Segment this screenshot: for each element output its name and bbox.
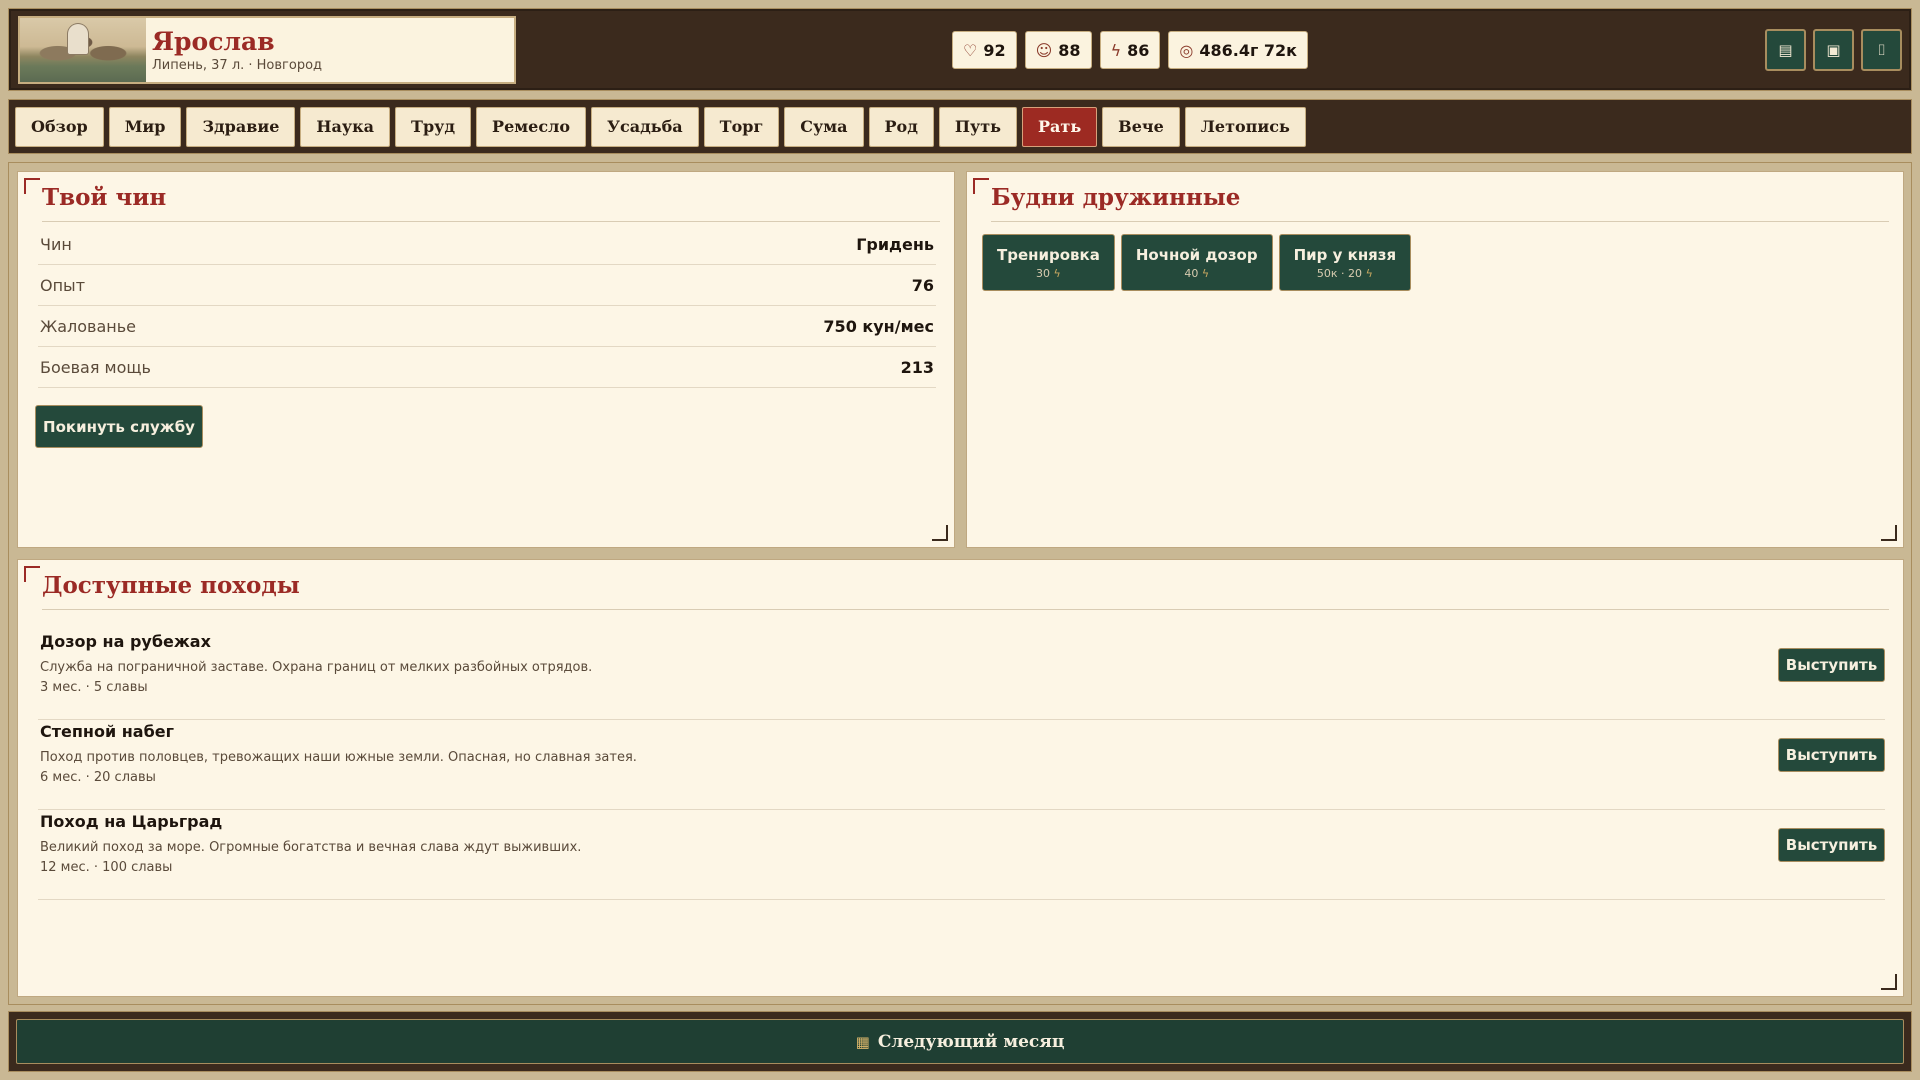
action-cost-value: 30 <box>1036 266 1051 280</box>
action-label: Ночной дозор <box>1135 245 1258 264</box>
character-name: Ярослав <box>152 26 275 56</box>
tab-nauka[interactable]: Наука <box>300 106 391 147</box>
tab-rod[interactable]: Род <box>868 106 934 147</box>
prince-feast-button[interactable]: Пир у князя 50к · 20 ϟ <box>1278 234 1412 291</box>
action-label: Пир у князя <box>1293 245 1397 264</box>
stat-value: 86 <box>1127 40 1150 60</box>
character-subtitle: Липень, 37 л. · Новгород <box>152 57 323 73</box>
campaign-name: Дозор на рубежах <box>40 632 211 651</box>
save-button[interactable]: ▣ <box>1813 29 1854 71</box>
night-watch-button[interactable]: Ночной дозор 40 ϟ <box>1120 234 1273 291</box>
heart-icon: ♡ <box>963 40 978 60</box>
smile-icon: ☺ <box>1035 40 1053 60</box>
campaigns-panel: Доступные походы Дозор на рубежах Служба… <box>17 559 1904 997</box>
next-month-label: Следующий месяц <box>877 1031 1065 1052</box>
campaign-description: Поход против половцев, тревожащих наши ю… <box>40 750 637 765</box>
rank-row-value: 750 кун/мес <box>823 316 934 336</box>
portrait-image <box>20 18 146 82</box>
tab-usadba[interactable]: Усадьба <box>591 106 699 147</box>
stat-mood: ☺ 88 <box>1024 31 1092 69</box>
rank-panel-title: Твой чин <box>42 184 940 222</box>
rank-row: Боевая мощь 213 <box>38 347 936 388</box>
character-card[interactable]: Ярослав Липень, 37 л. · Новгород <box>18 16 516 84</box>
tab-mir[interactable]: Мир <box>108 106 182 147</box>
campaign-name: Степной набег <box>40 722 174 741</box>
campaign-description: Служба на пограничной заставе. Охрана гр… <box>40 660 593 675</box>
tab-suma[interactable]: Сума <box>784 106 864 147</box>
duty-actions: Тренировка 30 ϟ Ночной дозор 40 ϟ Пир у … <box>982 234 1412 291</box>
depart-button[interactable]: Выступить <box>1778 738 1885 772</box>
document-icon: ▤ <box>1778 41 1793 59</box>
depart-button[interactable]: Выступить <box>1778 828 1885 862</box>
stat-money: ◎ 486.4г 72к <box>1168 31 1309 69</box>
main-tabs: Обзор Мир Здравие Наука Труд Ремесло Уса… <box>8 99 1912 154</box>
stats-bar: ♡ 92 ☺ 88 ϟ 86 ◎ 486.4г 72к <box>952 31 1309 69</box>
rank-row: Жалованье 750 кун/мес <box>38 306 936 347</box>
tab-zdravie[interactable]: Здравие <box>186 106 296 147</box>
campaign-meta: 3 мес. · 5 славы <box>40 680 148 695</box>
campaigns-panel-title: Доступные походы <box>42 572 1889 610</box>
action-label: Тренировка <box>997 245 1100 264</box>
log-button[interactable]: ▤ <box>1765 29 1806 71</box>
bookmark-button[interactable]: ⌷ <box>1861 29 1902 71</box>
campaign-item: Дозор на рубежах Служба на пограничной з… <box>38 630 1885 720</box>
stat-value: 486.4г 72к <box>1199 40 1298 60</box>
action-cost-value: 50к · 20 <box>1316 266 1363 280</box>
rank-row-label: Жалованье <box>40 316 137 336</box>
duty-panel-title: Будни дружинные <box>991 184 1889 222</box>
stat-health: ♡ 92 <box>952 31 1017 69</box>
tab-rat[interactable]: Рать <box>1022 106 1098 147</box>
save-icon: ▣ <box>1826 41 1841 59</box>
action-cost: 50к · 20 ϟ <box>1317 267 1373 280</box>
campaign-item: Степной набег Поход против половцев, тре… <box>38 720 1885 810</box>
bolt-icon: ϟ <box>1201 266 1210 280</box>
campaign-meta: 12 мес. · 100 славы <box>40 860 173 875</box>
bolt-icon: ϟ <box>1053 266 1061 280</box>
depart-button[interactable]: Выступить <box>1778 648 1885 682</box>
tab-put[interactable]: Путь <box>938 106 1017 147</box>
header-actions: ▤ ▣ ⌷ <box>1765 29 1902 71</box>
stat-value: 88 <box>1058 40 1081 60</box>
campaign-list: Дозор на рубежах Служба на пограничной з… <box>38 630 1885 900</box>
bolt-icon: ϟ <box>1365 266 1373 280</box>
campaign-item: Поход на Царьград Великий поход за море.… <box>38 810 1885 900</box>
next-month-button[interactable]: ▦ Следующий месяц <box>16 1019 1904 1064</box>
rank-row-label: Опыт <box>40 275 86 295</box>
duty-panel: Будни дружинные Тренировка 30 ϟ Ночной д… <box>966 171 1904 548</box>
rank-row: Чин Гридень <box>38 224 936 265</box>
tab-obzor[interactable]: Обзор <box>15 106 104 147</box>
rank-row-value: 213 <box>900 357 934 377</box>
footer: ▦ Следующий месяц <box>8 1011 1912 1072</box>
leave-service-button[interactable]: Покинуть службу <box>35 405 203 448</box>
campaign-meta: 6 мес. · 20 славы <box>40 770 156 785</box>
rank-panel: Твой чин Чин Гридень Опыт 76 Жалованье 7… <box>17 171 955 548</box>
tab-remeslo[interactable]: Ремесло <box>476 106 587 147</box>
bookmark-icon: ⌷ <box>1876 41 1886 59</box>
rank-row-label: Чин <box>40 234 72 254</box>
rank-row-label: Боевая мощь <box>40 357 151 377</box>
action-cost: 30 ϟ <box>1036 267 1061 280</box>
top-header: Ярослав Липень, 37 л. · Новгород ♡ 92 ☺ … <box>8 8 1912 91</box>
campaign-name: Поход на Царьград <box>40 812 223 831</box>
main-content: Твой чин Чин Гридень Опыт 76 Жалованье 7… <box>8 162 1912 1005</box>
calendar-icon: ▦ <box>855 1032 870 1051</box>
rank-row-value: 76 <box>911 275 934 295</box>
tab-torg[interactable]: Торг <box>703 106 780 147</box>
rank-row-value: Гридень <box>856 234 934 254</box>
stat-value: 92 <box>983 40 1006 60</box>
rank-table: Чин Гридень Опыт 76 Жалованье 750 кун/ме… <box>38 224 936 388</box>
tab-letopis[interactable]: Летопись <box>1184 106 1306 147</box>
tab-trud[interactable]: Труд <box>395 106 472 147</box>
tab-veche[interactable]: Вече <box>1102 106 1180 147</box>
rank-row: Опыт 76 <box>38 265 936 306</box>
training-button[interactable]: Тренировка 30 ϟ <box>982 234 1115 291</box>
bolt-icon: ϟ <box>1110 40 1122 60</box>
stat-energy: ϟ 86 <box>1099 31 1161 69</box>
campaign-description: Великий поход за море. Огромные богатств… <box>40 840 582 855</box>
action-cost-value: 40 <box>1184 266 1199 280</box>
coins-icon: ◎ <box>1179 40 1194 60</box>
action-cost: 40 ϟ <box>1184 267 1209 280</box>
